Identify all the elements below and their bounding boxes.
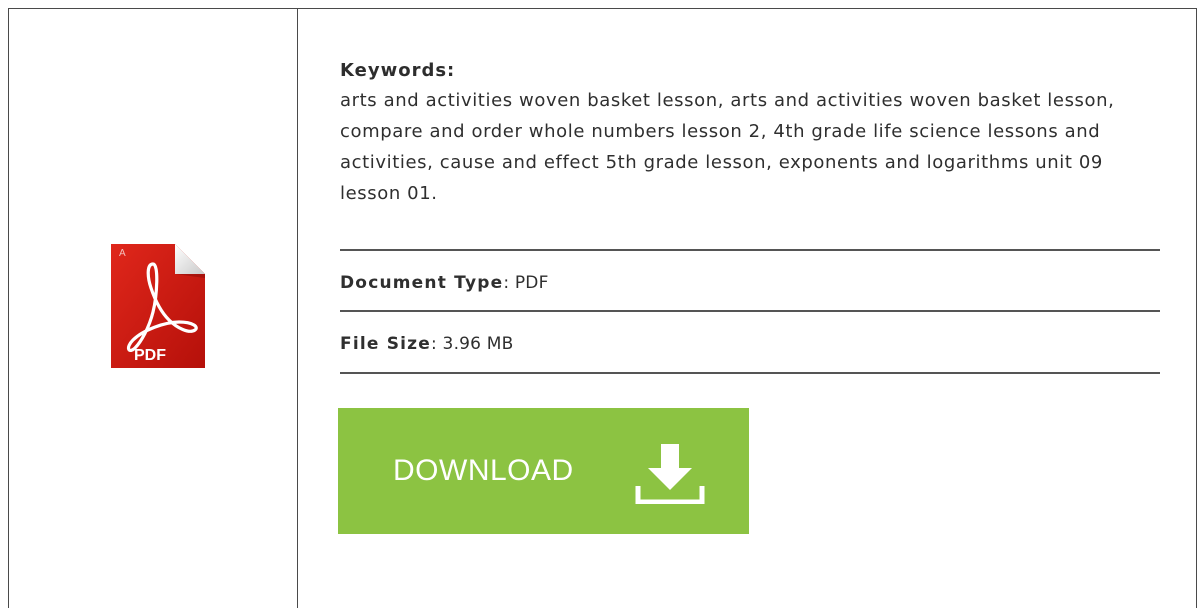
divider-line <box>340 372 1160 374</box>
download-button-label: DOWNLOAD <box>393 454 574 487</box>
document-type-value: : PDF <box>503 273 549 293</box>
keywords-text: arts and activities woven basket lesson,… <box>340 90 1115 204</box>
download-button[interactable]: DOWNLOAD <box>338 408 749 534</box>
file-size-row: File Size: 3.96 MB <box>340 332 514 356</box>
pdf-icon-label: PDF <box>134 347 166 364</box>
divider-line <box>340 249 1160 251</box>
download-arrow-icon <box>635 444 705 504</box>
pdf-file-icon: A PDF <box>111 244 205 368</box>
file-size-label: File Size <box>340 334 432 354</box>
icon-cell: A PDF <box>9 9 297 596</box>
document-type-row: Document Type: PDF <box>340 271 549 295</box>
keywords-heading: Keywords: <box>340 60 456 81</box>
file-size-value: : 3.96 MB <box>431 334 514 354</box>
divider-line <box>340 310 1160 312</box>
document-type-label: Document Type <box>340 273 504 293</box>
column-divider <box>297 8 298 608</box>
svg-text:A: A <box>119 248 126 259</box>
details-section: Keywords: arts and activities woven bask… <box>340 58 1160 209</box>
